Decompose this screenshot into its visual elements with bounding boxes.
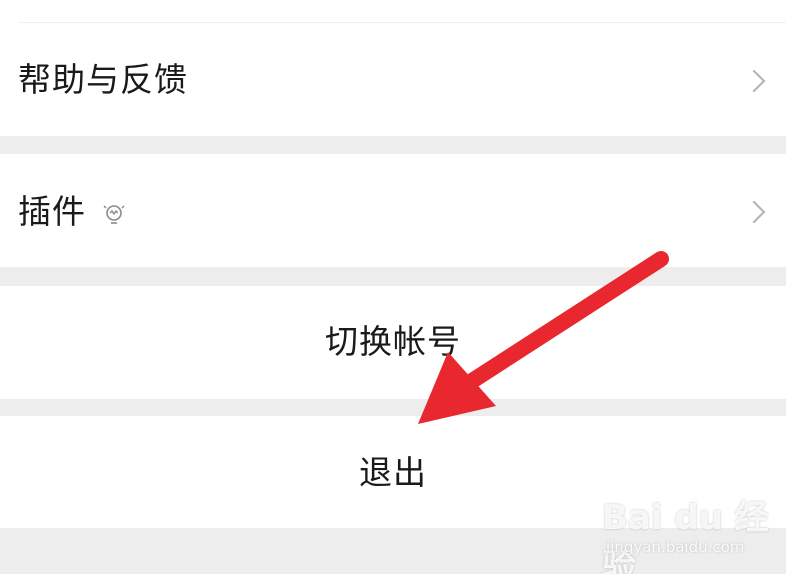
switch-account-button[interactable]: 切换帐号 [0, 286, 786, 399]
menu-item-label: 插件 [18, 192, 86, 231]
menu-item-label: 帮助与反馈 [18, 60, 188, 99]
lightbulb-icon [103, 205, 125, 224]
baidu-watermark: Bai du 经验 jingyan.baidu.com [600, 490, 780, 574]
chevron-right-icon [742, 69, 766, 93]
chevron-right-icon [742, 200, 766, 224]
settings-screen: 帮助与反馈 插件 切换帐号 退出 Bai du 经验 jingyan.baidu… [0, 0, 786, 574]
watermark-logo: Bai du 经验 [602, 498, 769, 574]
divider [18, 22, 786, 23]
logout-label: 退出 [359, 453, 427, 492]
switch-account-label: 切换帐号 [325, 322, 461, 361]
menu-item-plugins[interactable]: 插件 [0, 154, 786, 267]
watermark-url: jingyan.baidu.com [606, 538, 745, 556]
menu-item-help-feedback[interactable]: 帮助与反馈 [0, 0, 786, 136]
